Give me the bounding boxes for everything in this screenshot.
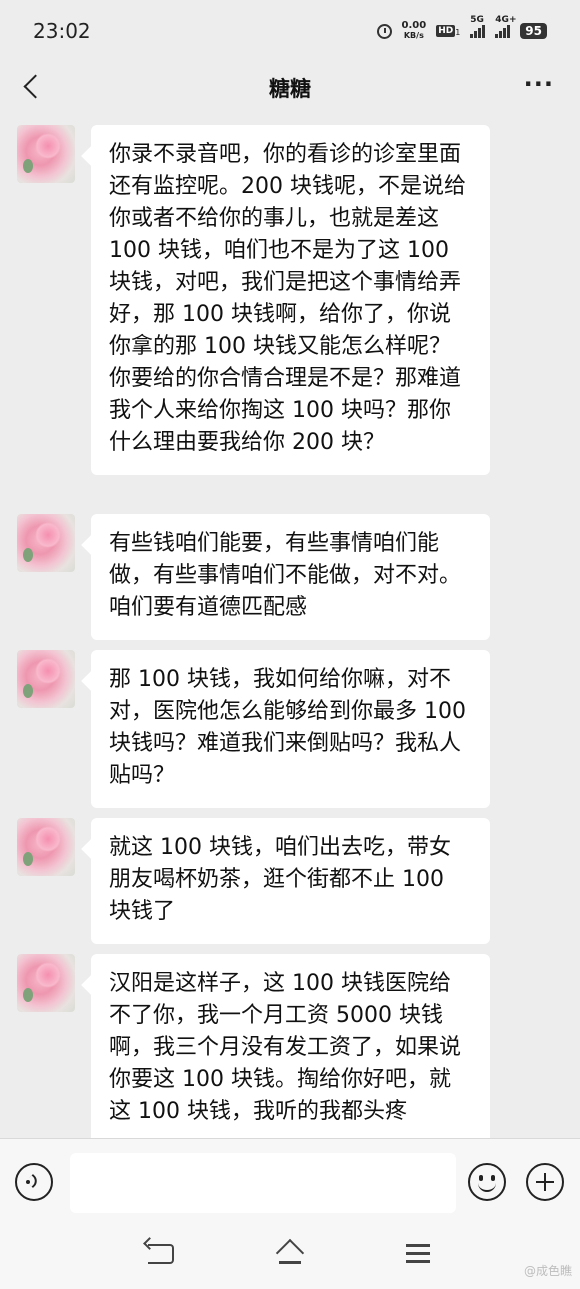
message-bubble[interactable]: 那 100 块钱，我如何给你嘛，对不对，医院他怎么能够给到你最多 100 块钱吗… [91,650,490,808]
hd-sub: 1 [455,28,461,37]
system-home-icon[interactable] [276,1239,304,1265]
battery-icon: 95 [520,23,547,39]
signal-5g-label: 5G [470,14,484,25]
status-bar: 23:02 0.00 KB/s HD 1 5G 4G+ 95 [0,0,580,62]
avatar[interactable] [17,650,75,708]
alarm-icon [376,23,392,39]
avatar[interactable] [17,514,75,572]
avatar[interactable] [17,818,75,876]
system-menu-icon[interactable] [406,1244,430,1264]
signal-4g-icon: 4G+ [495,15,517,38]
signal-4g-label: 4G+ [495,14,517,25]
network-speed: 0.00 KB/s [402,21,427,41]
message-bubble[interactable]: 你录不录音吧，你的看诊的诊室里面还有监控呢。200 块钱呢，不是说给你或者不给你… [91,125,490,475]
avatar[interactable] [17,125,75,183]
more-options-icon[interactable]: ··· [524,72,554,96]
message-list[interactable]: 你录不录音吧，你的看诊的诊室里面还有监控呢。200 块钱呢，不是说给你或者不给你… [0,114,580,1138]
voice-input-icon[interactable] [15,1163,53,1201]
signal-5g-icon: 5G [470,15,486,38]
system-back-icon[interactable] [148,1244,174,1264]
system-navigation-bar: @成色瞧 [0,1226,580,1289]
status-time: 23:02 [33,19,91,43]
hd-icon: HD 1 [436,25,460,37]
back-icon[interactable] [18,72,48,102]
net-speed-unit: KB/s [403,31,424,40]
message-input[interactable] [70,1153,456,1213]
chat-title: 糖糖 [269,77,311,101]
message-bubble[interactable]: 汉阳是这样子，这 100 块钱医院给不了你，我一个月工资 5000 块钱啊，我三… [91,954,490,1138]
hd-label: HD [436,25,456,37]
add-attachment-icon[interactable] [526,1163,564,1201]
message-bubble[interactable]: 有些钱咱们能要，有些事情咱们能做，有些事情咱们不能做，对不对。咱们要有道德匹配感 [91,514,490,640]
watermark: @成色瞧 [523,1264,572,1278]
status-icons: 0.00 KB/s HD 1 5G 4G+ 95 [376,15,547,41]
chat-header: 糖糖 ··· [0,62,580,114]
message-bubble[interactable]: 就这 100 块钱，咱们出去吃，带女朋友喝杯奶茶，逛个街都不止 100 块钱了 [91,818,490,944]
input-bar [0,1138,580,1226]
net-speed-value: 0.00 [401,20,427,31]
emoji-icon[interactable] [468,1163,506,1201]
avatar[interactable] [17,954,75,1012]
